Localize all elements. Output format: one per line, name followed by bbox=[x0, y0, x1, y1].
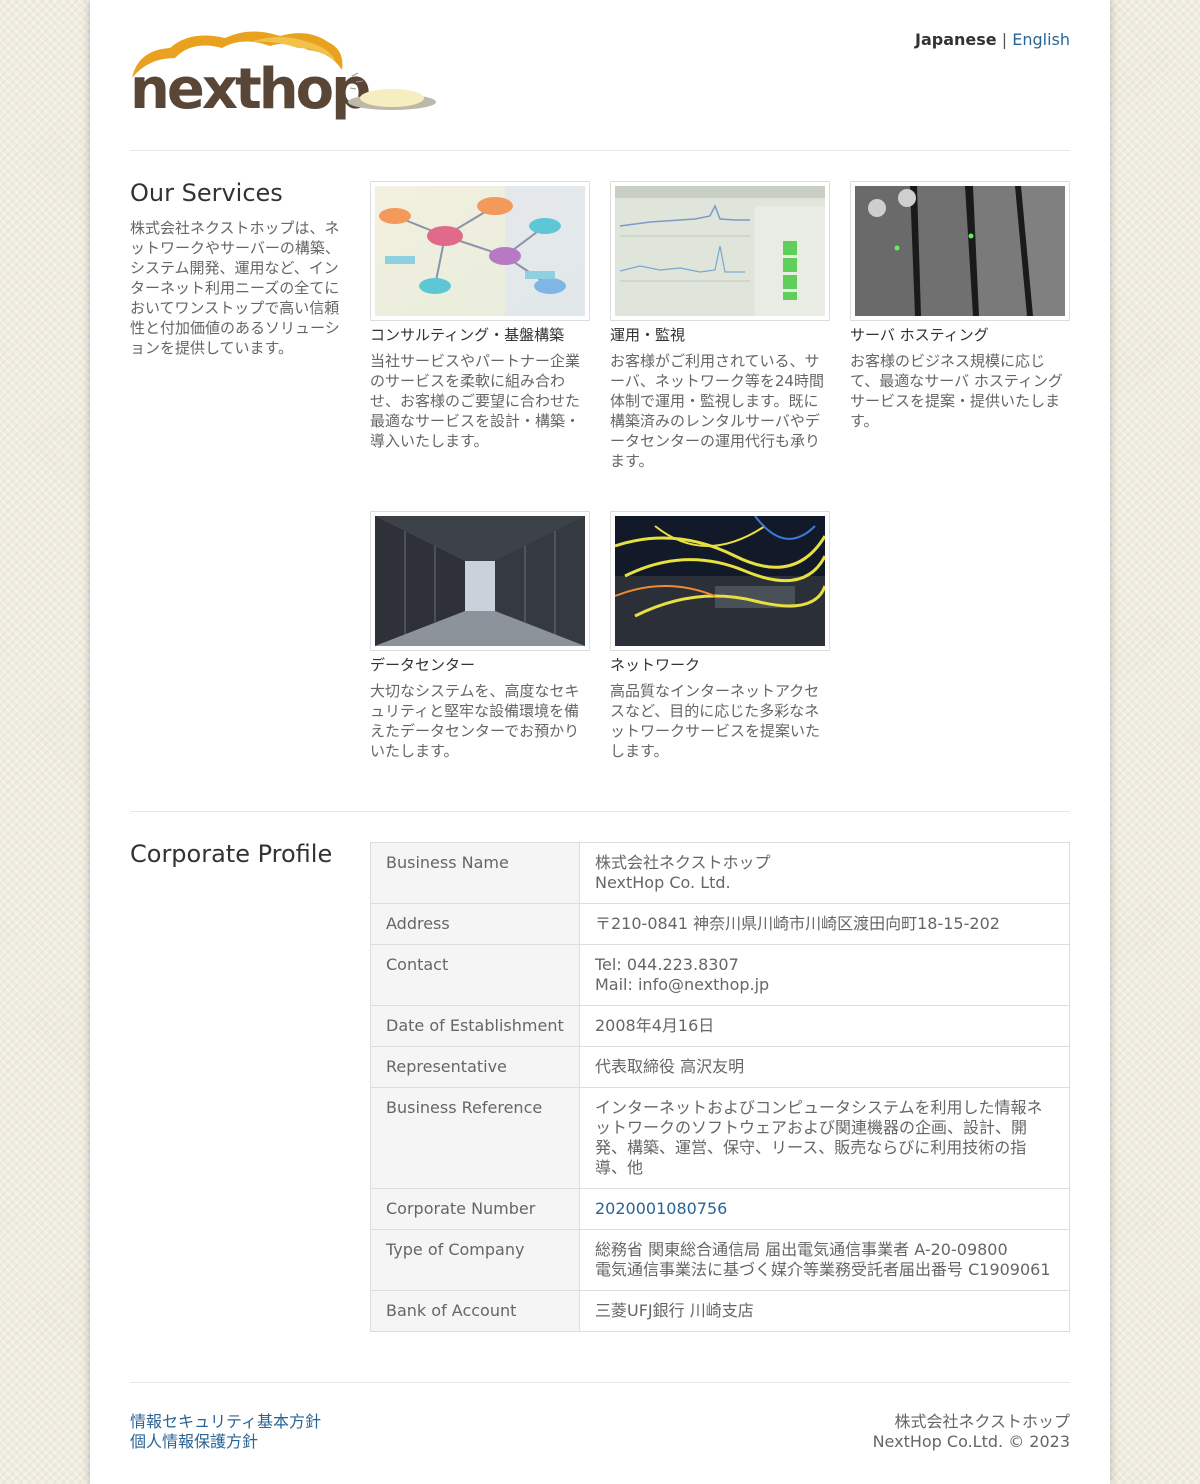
table-row: Corporate Number 2020001080756 bbox=[370, 1188, 1070, 1230]
table-row: Representative 代表取締役 高沢友明 bbox=[370, 1046, 1070, 1088]
profile-title: Corporate Profile bbox=[130, 840, 333, 868]
lang-english-link[interactable]: English bbox=[1012, 30, 1070, 49]
service-description: 当社サービスやパートナー企業のサービスを柔軟に組み合わせ、お客様のご要望に合わせ… bbox=[370, 352, 581, 450]
profile-value-line: 2008年4月16日 bbox=[595, 1016, 715, 1035]
service-card-monitoring: 運用・監視 お客様がご利用されている、サーバ、ネットワーク等を24時間体制で運用… bbox=[610, 181, 830, 471]
profile-value: インターネットおよびコンピュータシステムを利用した情報ネットワークのソフトウェア… bbox=[579, 1087, 1070, 1189]
services-title: Our Services bbox=[130, 179, 283, 207]
profile-value: 総務省 関東総合通信局 届出電気通信事業者 A-20-09800 電気通信事業法… bbox=[579, 1229, 1070, 1291]
profile-value: 〒210-0841 神奈川県川崎市川崎区渡田向町18-15-202 bbox=[579, 903, 1070, 945]
profile-value: 2008年4月16日 bbox=[579, 1005, 1070, 1047]
service-title: データセンター bbox=[370, 656, 476, 674]
profile-value: 三菱UFJ銀行 川崎支店 bbox=[579, 1290, 1070, 1332]
service-description: お客様がご利用されている、サーバ、ネットワーク等を24時間体制で運用・監視します… bbox=[610, 352, 824, 470]
profile-value: 代表取締役 高沢友明 bbox=[579, 1046, 1070, 1088]
lang-japanese[interactable]: Japanese bbox=[915, 30, 997, 49]
mindmap-photo bbox=[375, 186, 585, 316]
profile-key: Date of Establishment bbox=[370, 1005, 580, 1047]
security-policy-link[interactable]: 情報セキュリティ基本方針 bbox=[130, 1412, 321, 1432]
privacy-policy-link[interactable]: 個人情報保護方針 bbox=[130, 1432, 321, 1452]
profile-value-line: Tel: 044.223.8307 bbox=[595, 955, 739, 974]
logo-text: nexthop bbox=[130, 57, 369, 122]
service-image-datacenter bbox=[370, 511, 590, 651]
profile-value: 株式会社ネクストホップ NextHop Co. Ltd. bbox=[579, 842, 1070, 904]
nexthop-logo[interactable]: nexthop bbox=[130, 28, 440, 123]
service-title: サーバ ホスティング bbox=[850, 326, 989, 344]
service-image-network bbox=[610, 511, 830, 651]
profile-value-line: インターネットおよびコンピュータシステムを利用した情報ネットワークのソフトウェア… bbox=[595, 1098, 1043, 1177]
corporate-number-link[interactable]: 2020001080756 bbox=[595, 1199, 727, 1218]
service-description: 高品質なインターネットアクセスなど、目的に応じた多彩なネットワークサービスを提案… bbox=[610, 682, 821, 760]
profile-key: Corporate Number bbox=[370, 1188, 580, 1230]
profile-value-line: 電気通信事業法に基づく媒介等業務受託者届出番号 C1909061 bbox=[595, 1260, 1051, 1279]
profile-key: Representative bbox=[370, 1046, 580, 1088]
server-photo bbox=[855, 186, 1065, 316]
footer-copyright: 株式会社ネクストホップ NextHop Co.Ltd. © 2023 bbox=[873, 1412, 1070, 1452]
profile-value-line: 総務省 関東総合通信局 届出電気通信事業者 A-20-09800 bbox=[595, 1240, 1008, 1259]
profile-value-line: Mail: info@nexthop.jp bbox=[595, 975, 770, 994]
site-header: nexthop Japanese | English bbox=[130, 0, 1070, 151]
profile-value: Tel: 044.223.8307 Mail: info@nexthop.jp bbox=[579, 944, 1070, 1006]
profile-key: Business Name bbox=[370, 842, 580, 904]
service-description: 大切なシステムを、高度なセキュリティと堅牢な設備環境を備えたデータセンターでお預… bbox=[370, 682, 580, 760]
table-row: Business Reference インターネットおよびコンピュータシステムを… bbox=[370, 1087, 1070, 1189]
monitor-photo bbox=[615, 186, 825, 316]
service-title: コンサルティング・基盤構築 bbox=[370, 326, 565, 344]
table-row: Contact Tel: 044.223.8307 Mail: info@nex… bbox=[370, 944, 1070, 1006]
lang-separator: | bbox=[1001, 30, 1008, 49]
table-row: Date of Establishment 2008年4月16日 bbox=[370, 1005, 1070, 1047]
service-title: 運用・監視 bbox=[610, 326, 686, 344]
service-image-consulting bbox=[370, 181, 590, 321]
service-description: お客様のビジネス規模に応じて、最適なサーバ ホスティングサービスを提案・提供いた… bbox=[850, 352, 1063, 430]
site-footer: 情報セキュリティ基本方針 個人情報保護方針 株式会社ネクストホップ NextHo… bbox=[130, 1412, 1070, 1472]
service-image-hosting bbox=[850, 181, 1070, 321]
footer-company: 株式会社ネクストホップ bbox=[894, 1412, 1070, 1431]
services-section: Our Services 株式会社ネクストホップは、ネットワークやサーバーの構築… bbox=[130, 151, 1070, 812]
page-container: nexthop Japanese | English Our Services … bbox=[90, 0, 1110, 1484]
service-image-monitoring bbox=[610, 181, 830, 321]
table-row: Type of Company 総務省 関東総合通信局 届出電気通信事業者 A-… bbox=[370, 1229, 1070, 1291]
copyright-text: NextHop Co.Ltd. © 2023 bbox=[872, 1432, 1070, 1451]
service-title: ネットワーク bbox=[610, 656, 701, 674]
footer-links: 情報セキュリティ基本方針 個人情報保護方針 bbox=[130, 1412, 321, 1452]
profile-key: Bank of Account bbox=[370, 1290, 580, 1332]
profile-value-line: NextHop Co. Ltd. bbox=[595, 873, 731, 892]
language-switcher: Japanese | English bbox=[915, 30, 1070, 49]
profile-key: Address bbox=[370, 903, 580, 945]
profile-key: Type of Company bbox=[370, 1229, 580, 1291]
profile-key: Business Reference bbox=[370, 1087, 580, 1189]
service-card-hosting: サーバ ホスティング お客様のビジネス規模に応じて、最適なサーバ ホスティングサ… bbox=[850, 181, 1070, 431]
table-row: Bank of Account 三菱UFJ銀行 川崎支店 bbox=[370, 1290, 1070, 1332]
cables-photo bbox=[615, 516, 825, 646]
service-card-consulting: コンサルティング・基盤構築 当社サービスやパートナー企業のサービスを柔軟に組み合… bbox=[370, 181, 590, 451]
profile-value-line: 株式会社ネクストホップ bbox=[595, 853, 771, 872]
profile-value-line: 三菱UFJ銀行 川崎支店 bbox=[595, 1301, 754, 1320]
datacenter-photo bbox=[375, 516, 585, 646]
service-card-datacenter: データセンター 大切なシステムを、高度なセキュリティと堅牢な設備環境を備えたデー… bbox=[370, 511, 590, 761]
profile-table: Business Name 株式会社ネクストホップ NextHop Co. Lt… bbox=[370, 842, 1070, 1332]
profile-value-line: 代表取締役 高沢友明 bbox=[595, 1057, 745, 1076]
profile-value: 2020001080756 bbox=[579, 1188, 1070, 1230]
table-row: Address 〒210-0841 神奈川県川崎市川崎区渡田向町18-15-20… bbox=[370, 903, 1070, 945]
profile-key: Contact bbox=[370, 944, 580, 1006]
table-row: Business Name 株式会社ネクストホップ NextHop Co. Lt… bbox=[370, 842, 1070, 904]
services-intro: 株式会社ネクストホップは、ネットワークやサーバーの構築、システム開発、運用など、… bbox=[130, 219, 340, 357]
corporate-profile-section: Corporate Profile Business Name 株式会社ネクスト… bbox=[130, 812, 1070, 1383]
profile-value-line: 〒210-0841 神奈川県川崎市川崎区渡田向町18-15-202 bbox=[595, 914, 1000, 933]
service-card-network: ネットワーク 高品質なインターネットアクセスなど、目的に応じた多彩なネットワーク… bbox=[610, 511, 830, 761]
